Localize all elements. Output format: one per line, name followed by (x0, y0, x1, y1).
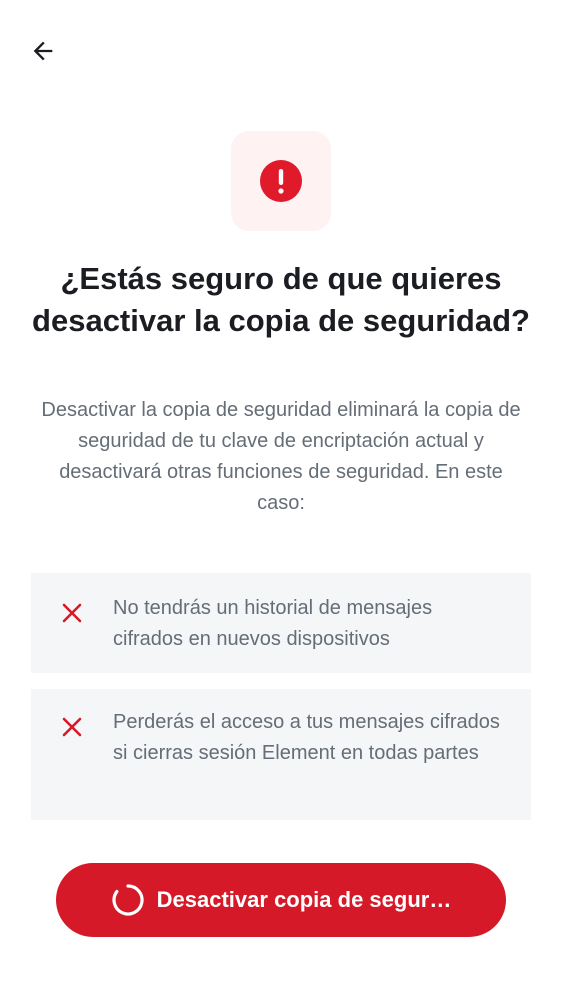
consequence-item: Perderás el acceso a tus mensajes cifrad… (31, 689, 531, 820)
disable-backup-button-label: Desactivar copia de segur… (156, 887, 452, 912)
consequence-item: No tendrás un historial de mensajes cifr… (31, 573, 531, 673)
disable-backup-button[interactable]: Desactivar copia de segur… (56, 863, 506, 937)
arrow-left-icon (33, 41, 53, 61)
close-x-icon (62, 603, 82, 623)
description-text: Desactivar la copia de seguridad elimina… (41, 399, 521, 514)
close-x-icon (62, 717, 82, 737)
disable-backup-screen: ¿Estás seguro de que quieres desactivar … (0, 0, 562, 1000)
consequence-text: Perderás el acceso a tus mensajes cifrad… (113, 711, 500, 764)
consequence-text: No tendrás un historial de mensajes cifr… (113, 597, 433, 650)
page-title: ¿Estás seguro de que quieres desactivar … (32, 261, 530, 338)
back-button[interactable] (22, 30, 64, 72)
error-exclamation-icon (260, 160, 302, 202)
alert-icon-container (231, 131, 331, 231)
loading-spinner-icon (111, 883, 145, 917)
